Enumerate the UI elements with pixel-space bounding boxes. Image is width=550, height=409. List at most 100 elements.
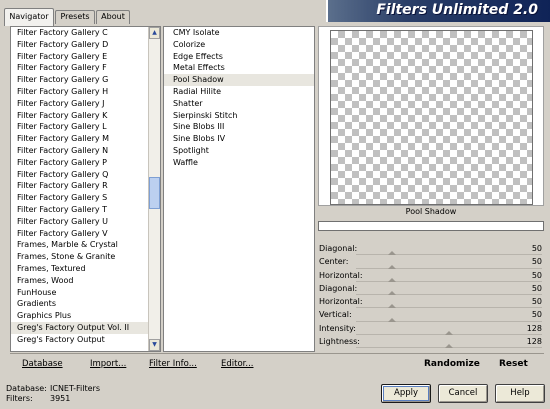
tab-navigator[interactable]: Navigator — [4, 8, 54, 26]
param-slider[interactable] — [356, 320, 542, 322]
param-slider[interactable] — [356, 307, 542, 309]
category-item[interactable]: Filter Factory Gallery G — [11, 74, 160, 86]
param-label: Diagonal: — [319, 244, 358, 253]
category-item[interactable]: Graphics Plus — [11, 310, 160, 322]
param-value: 50 — [531, 283, 542, 293]
help-button[interactable]: Help — [495, 384, 545, 403]
parameter-list: Diagonal: 50 Center: 50 Horizontal: 50 Diagona… — [318, 243, 544, 349]
param-slider[interactable] — [356, 254, 542, 256]
filters-count: 3951 — [50, 394, 71, 403]
filter-item[interactable]: Sine Blobs IV — [164, 133, 314, 145]
cancel-button[interactable]: Cancel — [438, 384, 488, 403]
reset-button[interactable]: Reset — [499, 357, 528, 371]
category-item[interactable]: Filter Factory Gallery J — [11, 98, 160, 110]
filter-items: CMY Isolate Colorize Edge Effects Metal Eff… — [164, 27, 314, 169]
filter-item[interactable]: Sine Blobs III — [164, 121, 314, 133]
category-item[interactable]: Filter Factory Gallery Q — [11, 169, 160, 181]
category-item[interactable]: Filter Factory Gallery M — [11, 133, 160, 145]
category-scrollbar[interactable]: ▲ ▼ — [148, 27, 160, 351]
param-slider-thumb[interactable] — [388, 251, 397, 256]
preview-canvas[interactable] — [330, 30, 533, 205]
category-item[interactable]: Filter Factory Gallery C — [11, 27, 160, 39]
category-item[interactable]: Filter Factory Gallery D — [11, 39, 160, 51]
param-slider-thumb[interactable] — [388, 317, 397, 322]
category-item[interactable]: Filter Factory Gallery R — [11, 180, 160, 192]
filter-item[interactable]: Edge Effects — [164, 51, 314, 63]
scroll-down-button[interactable]: ▼ — [149, 339, 160, 351]
category-item[interactable]: Frames, Marble & Crystal — [11, 239, 160, 251]
category-item[interactable]: FunHouse — [11, 287, 160, 299]
import-label: Import... — [90, 359, 127, 369]
category-item[interactable]: Filter Factory Gallery U — [11, 216, 160, 228]
category-item[interactable]: Filter Factory Gallery S — [11, 192, 160, 204]
filter-item[interactable]: Shatter — [164, 98, 314, 110]
tab-presets[interactable]: Presets — [55, 10, 95, 24]
database-key: Database: — [6, 384, 47, 393]
category-item[interactable]: Greg's Factory Output — [11, 334, 160, 346]
param-row: Center: 50 — [318, 256, 544, 269]
category-item[interactable]: Filter Factory Gallery T — [11, 204, 160, 216]
category-item[interactable]: Filter Factory Gallery H — [11, 86, 160, 98]
param-slider-thumb[interactable] — [388, 264, 397, 269]
tab-about[interactable]: About — [96, 10, 130, 24]
category-item[interactable]: Filter Factory Gallery V — [11, 228, 160, 240]
filter-item[interactable]: Spotlight — [164, 145, 314, 157]
filter-item[interactable]: Colorize — [164, 39, 314, 51]
apply-button[interactable]: Apply — [381, 384, 431, 403]
database-value: ICNET-Filters — [50, 384, 101, 393]
param-slider[interactable] — [356, 280, 542, 282]
param-label: Lightness: — [319, 337, 360, 347]
scroll-thumb[interactable] — [149, 177, 160, 209]
param-value: 50 — [531, 310, 542, 320]
preview-filter-name: Pool Shadow — [405, 207, 457, 216]
import-button[interactable]: Import... — [90, 357, 126, 371]
category-item[interactable]: Filter Factory Gallery L — [11, 121, 160, 133]
database-button[interactable]: Database — [22, 357, 63, 371]
param-label: Center: — [319, 257, 349, 267]
category-item[interactable]: Frames, Textured — [11, 263, 160, 275]
category-item[interactable]: Filter Factory Gallery N — [11, 145, 160, 157]
param-slider-thumb[interactable] — [388, 291, 397, 296]
filter-item[interactable]: Metal Effects — [164, 62, 314, 74]
app-title: Filters Unlimited 2.0 — [376, 2, 538, 18]
category-item[interactable]: Gradients — [11, 298, 160, 310]
param-label: Diagonal: — [319, 283, 358, 293]
randomize-button[interactable]: Randomize — [424, 357, 480, 371]
preview-panel — [318, 26, 544, 206]
filter-item[interactable]: Radial Hilite — [164, 86, 314, 98]
category-item[interactable]: Filter Factory Gallery E — [11, 51, 160, 63]
filter-info-button[interactable]: Filter Info... — [149, 357, 197, 371]
action-bar: Database Import... Filter Info... Editor… — [10, 353, 544, 372]
filter-item[interactable]: Pool Shadow — [164, 74, 314, 86]
param-slider-thumb[interactable] — [445, 344, 454, 349]
category-item[interactable]: Frames, Wood — [11, 275, 160, 287]
category-item[interactable]: Filter Factory Gallery K — [11, 110, 160, 122]
param-label: Intensity: — [319, 323, 356, 333]
param-label: Vertical: — [319, 310, 352, 320]
filter-list[interactable]: CMY Isolate Colorize Edge Effects Metal Eff… — [163, 26, 315, 352]
param-slider-thumb[interactable] — [388, 304, 397, 309]
param-slider[interactable] — [356, 294, 542, 296]
category-item[interactable]: Frames, Stone & Granite — [11, 251, 160, 263]
scroll-up-button[interactable]: ▲ — [149, 27, 160, 39]
category-item[interactable]: Greg's Factory Output Vol. II — [11, 321, 160, 334]
category-item[interactable]: Filter Factory Gallery F — [11, 62, 160, 74]
param-value: 128 — [526, 337, 542, 347]
status-area: Database: ICNET-Filters Filters: 3951 — [6, 384, 100, 404]
param-value: 50 — [531, 297, 542, 307]
category-items: Filter Factory Gallery C Filter Factory G… — [11, 27, 160, 346]
param-slider-thumb[interactable] — [388, 277, 397, 282]
category-item[interactable]: Filter Factory Gallery P — [11, 157, 160, 169]
editor-label: Editor... — [221, 359, 254, 369]
filter-item[interactable]: Sierpinski Stitch — [164, 110, 314, 122]
param-label: Horizontal: — [319, 297, 363, 307]
editor-button[interactable]: Editor... — [221, 357, 253, 371]
filter-info-label: Filter Info... — [149, 359, 197, 369]
param-slider-thumb[interactable] — [445, 331, 454, 336]
title-banner: Filters Unlimited 2.0 — [326, 0, 550, 22]
param-row: Vertical: 50 — [318, 309, 544, 322]
category-list[interactable]: Filter Factory Gallery C Filter Factory G… — [10, 26, 161, 352]
param-slider[interactable] — [356, 267, 542, 269]
filter-item[interactable]: Waffle — [164, 157, 314, 169]
filter-item[interactable]: CMY Isolate — [164, 27, 314, 39]
